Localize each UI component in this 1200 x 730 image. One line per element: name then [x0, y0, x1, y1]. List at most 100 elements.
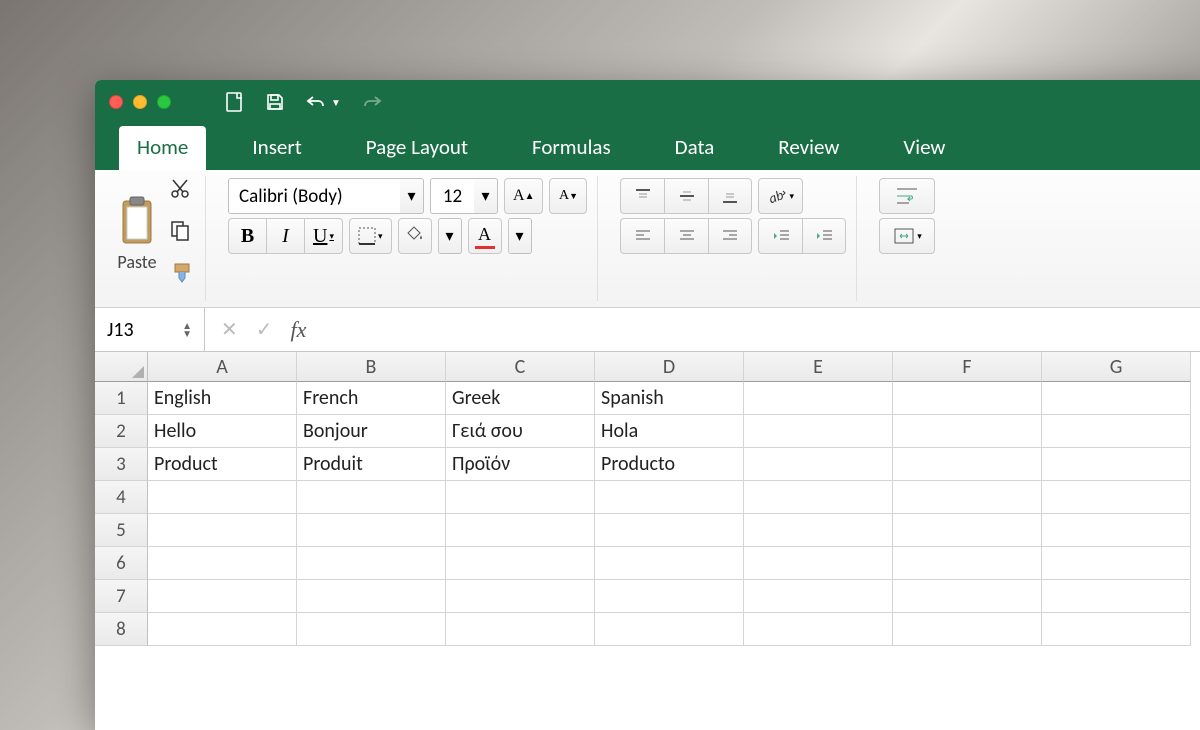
name-box[interactable]: J13 ▲▼: [95, 308, 205, 351]
cell[interactable]: [1042, 481, 1191, 514]
tab-data[interactable]: Data: [657, 126, 733, 170]
align-left-button[interactable]: [620, 218, 664, 254]
bold-button[interactable]: B: [228, 218, 266, 254]
cell[interactable]: [744, 580, 893, 613]
row-header[interactable]: 7: [95, 580, 148, 613]
cell[interactable]: [446, 514, 595, 547]
cell[interactable]: [297, 481, 446, 514]
cell[interactable]: Product: [148, 448, 297, 481]
cancel-formula-icon[interactable]: ✕: [221, 317, 238, 342]
cell[interactable]: [744, 547, 893, 580]
paste-button[interactable]: Paste: [115, 195, 159, 273]
cell[interactable]: [893, 613, 1042, 646]
font-color-button[interactable]: A: [468, 218, 502, 254]
font-size-input[interactable]: 12: [430, 178, 474, 214]
cell[interactable]: Produit: [297, 448, 446, 481]
tab-page-layout[interactable]: Page Layout: [348, 126, 486, 170]
cell[interactable]: Προϊόν: [446, 448, 595, 481]
cell[interactable]: Producto: [595, 448, 744, 481]
cell[interactable]: [1042, 415, 1191, 448]
cell[interactable]: [148, 613, 297, 646]
font-color-dropdown[interactable]: ▾: [508, 218, 532, 254]
col-header[interactable]: E: [744, 352, 893, 382]
close-window-button[interactable]: [109, 95, 123, 109]
cell[interactable]: [446, 613, 595, 646]
tab-review[interactable]: Review: [760, 126, 857, 170]
cell[interactable]: [1042, 382, 1191, 415]
row-header[interactable]: 6: [95, 547, 148, 580]
undo-icon[interactable]: ▼: [305, 93, 341, 111]
cell[interactable]: [744, 613, 893, 646]
cell[interactable]: [744, 481, 893, 514]
cell[interactable]: [1042, 514, 1191, 547]
fill-color-dropdown[interactable]: ▾: [438, 218, 462, 254]
font-size-combo[interactable]: 12 ▾: [430, 178, 498, 214]
cell[interactable]: [297, 613, 446, 646]
save-icon[interactable]: [265, 92, 285, 112]
cell[interactable]: [1042, 448, 1191, 481]
cell[interactable]: [595, 580, 744, 613]
tab-home[interactable]: Home: [119, 126, 206, 170]
col-header[interactable]: A: [148, 352, 297, 382]
cell[interactable]: [1042, 613, 1191, 646]
chevron-down-icon[interactable]: ▾: [400, 178, 424, 214]
maximize-window-button[interactable]: [157, 95, 171, 109]
tab-formulas[interactable]: Formulas: [514, 126, 629, 170]
format-painter-icon[interactable]: [169, 260, 195, 289]
increase-font-button[interactable]: A▲: [504, 178, 543, 214]
cell[interactable]: Greek: [446, 382, 595, 415]
wrap-text-button[interactable]: [879, 178, 935, 214]
cell[interactable]: [148, 514, 297, 547]
cell[interactable]: [595, 547, 744, 580]
row-header[interactable]: 4: [95, 481, 148, 514]
cell[interactable]: [148, 481, 297, 514]
merge-button[interactable]: ▾: [879, 218, 935, 254]
cell[interactable]: [893, 382, 1042, 415]
cell[interactable]: Hello: [148, 415, 297, 448]
cell[interactable]: [148, 547, 297, 580]
fx-icon[interactable]: fx: [291, 317, 307, 343]
cell[interactable]: Hola: [595, 415, 744, 448]
cell[interactable]: [893, 481, 1042, 514]
decrease-indent-button[interactable]: [758, 218, 802, 254]
orientation-button[interactable]: ab▾: [758, 178, 803, 214]
borders-button[interactable]: ▾: [349, 218, 392, 254]
cell[interactable]: [446, 580, 595, 613]
cell[interactable]: [595, 613, 744, 646]
row-header[interactable]: 1: [95, 382, 148, 415]
cell[interactable]: [893, 415, 1042, 448]
cell[interactable]: [893, 448, 1042, 481]
col-header[interactable]: B: [297, 352, 446, 382]
cell[interactable]: [1042, 547, 1191, 580]
align-top-button[interactable]: [620, 178, 664, 214]
cut-icon[interactable]: [169, 178, 195, 205]
cell[interactable]: [893, 580, 1042, 613]
cell[interactable]: English: [148, 382, 297, 415]
cell[interactable]: [595, 481, 744, 514]
font-name-input[interactable]: Calibri (Body): [228, 178, 400, 214]
italic-button[interactable]: I: [266, 218, 304, 254]
fill-color-button[interactable]: [398, 218, 432, 254]
select-all-corner[interactable]: [95, 352, 148, 382]
cell[interactable]: French: [297, 382, 446, 415]
col-header[interactable]: D: [595, 352, 744, 382]
copy-icon[interactable]: [169, 219, 195, 246]
underline-button[interactable]: U▾: [304, 218, 343, 254]
cell[interactable]: [744, 514, 893, 547]
align-middle-button[interactable]: [664, 178, 708, 214]
cell[interactable]: [893, 547, 1042, 580]
cell[interactable]: [744, 448, 893, 481]
cell[interactable]: [297, 547, 446, 580]
redo-icon[interactable]: [361, 93, 383, 111]
tab-insert[interactable]: Insert: [234, 126, 319, 170]
cell[interactable]: [297, 514, 446, 547]
cell[interactable]: Γειά σου: [446, 415, 595, 448]
new-file-icon[interactable]: [225, 91, 245, 113]
col-header[interactable]: G: [1042, 352, 1191, 382]
chevron-down-icon[interactable]: ▾: [474, 178, 498, 214]
row-header[interactable]: 3: [95, 448, 148, 481]
formula-input[interactable]: [322, 308, 1200, 351]
increase-indent-button[interactable]: [802, 218, 846, 254]
row-header[interactable]: 2: [95, 415, 148, 448]
align-bottom-button[interactable]: [708, 178, 752, 214]
